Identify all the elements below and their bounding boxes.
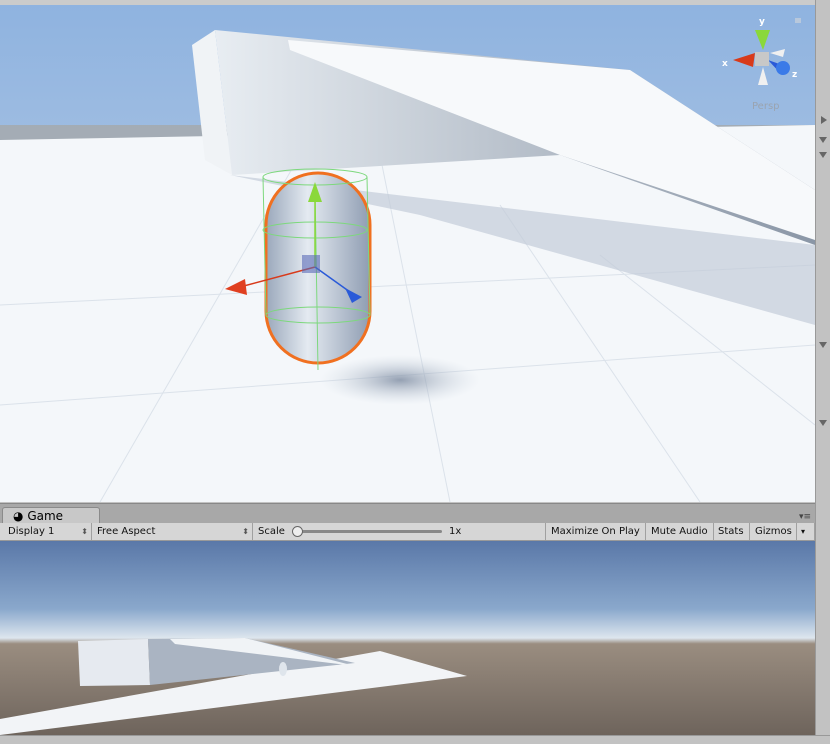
gizmos-dropdown-arrow[interactable]: ▾ bbox=[797, 523, 815, 540]
scale-slider[interactable]: Scale 1x bbox=[254, 523, 546, 540]
capsule-shadow bbox=[320, 355, 480, 405]
display-dropdown[interactable]: Display 1 ⬍ bbox=[4, 523, 92, 540]
game-tab-bar: ◕ Game ▾≡ bbox=[0, 503, 815, 525]
game-toolbar: Display 1 ⬍ Free Aspect ⬍ Scale 1x Maximiz… bbox=[0, 523, 815, 541]
expand-arrow-icon[interactable] bbox=[821, 116, 827, 124]
collapse-arrow-icon[interactable] bbox=[819, 152, 827, 158]
scale-value: 1x bbox=[449, 526, 462, 537]
collapse-arrow-icon[interactable] bbox=[819, 420, 827, 426]
pacman-icon: ◕ bbox=[13, 509, 24, 523]
gizmo-y-label: y bbox=[759, 17, 765, 27]
view-mode-label[interactable]: Persp bbox=[752, 101, 780, 112]
lock-icon[interactable] bbox=[795, 18, 801, 23]
game-view[interactable] bbox=[0, 541, 815, 735]
tab-menu-icon[interactable]: ▾≡ bbox=[799, 512, 811, 522]
maximize-on-play-toggle[interactable]: Maximize On Play bbox=[547, 523, 646, 540]
collapse-arrow-icon[interactable] bbox=[819, 342, 827, 348]
scale-thumb[interactable] bbox=[292, 526, 303, 537]
scale-track[interactable] bbox=[294, 530, 442, 533]
scene-view[interactable]: y x z Persp bbox=[0, 5, 815, 502]
gizmo-z-label: z bbox=[792, 70, 797, 80]
gizmo-x-label: x bbox=[722, 59, 728, 69]
scale-label: Scale bbox=[258, 526, 285, 537]
move-center-handle[interactable] bbox=[302, 255, 320, 273]
mute-audio-toggle[interactable]: Mute Audio bbox=[647, 523, 714, 540]
side-panel-edge[interactable] bbox=[815, 0, 830, 743]
game-capsule bbox=[279, 662, 287, 676]
collapse-arrow-icon[interactable] bbox=[819, 137, 827, 143]
aspect-dropdown[interactable]: Free Aspect ⬍ bbox=[93, 523, 253, 540]
tab-game-label: Game bbox=[27, 509, 64, 523]
gizmos-toggle[interactable]: Gizmos bbox=[751, 523, 797, 540]
stats-toggle[interactable]: Stats bbox=[714, 523, 750, 540]
